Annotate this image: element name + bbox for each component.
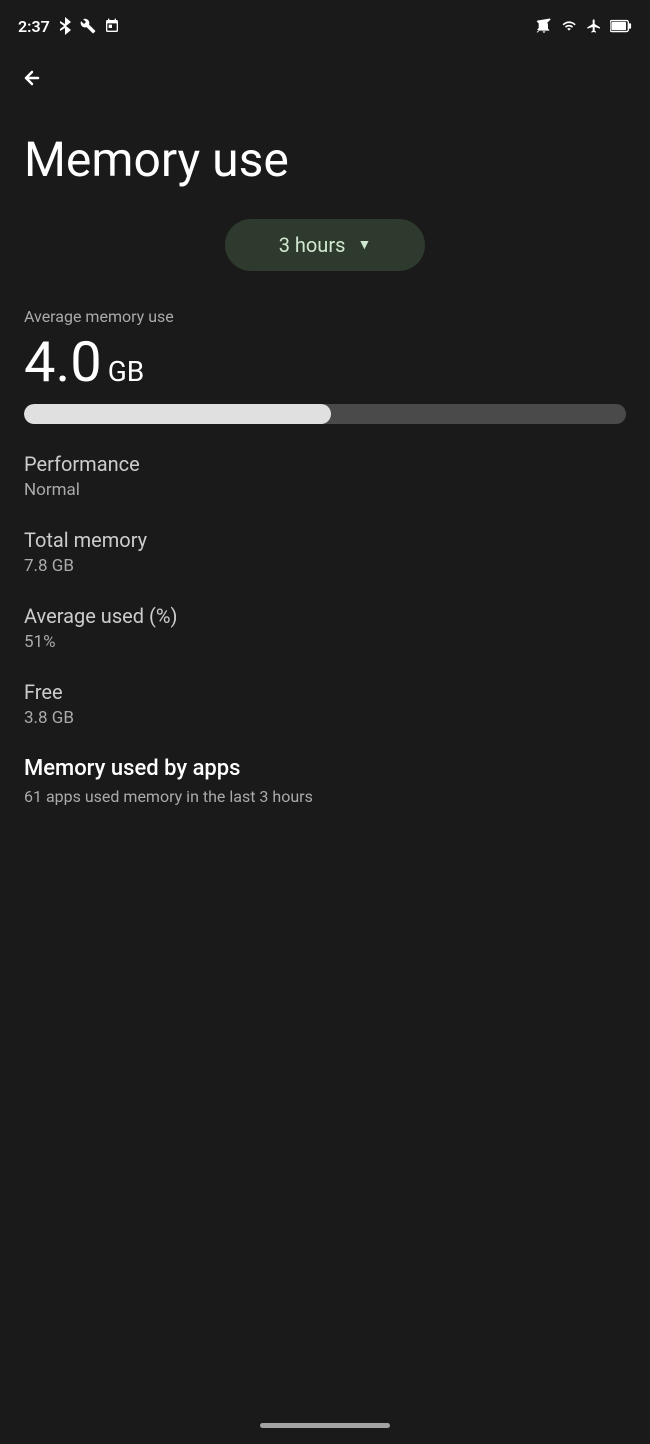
- airplane-icon: [586, 18, 602, 34]
- time-dropdown[interactable]: 3 hours ▼: [225, 219, 425, 271]
- time-selector-container: 3 hours ▼: [24, 219, 626, 271]
- performance-value: Normal: [24, 480, 626, 500]
- chevron-down-icon: ▼: [357, 236, 371, 253]
- average-used-label: Average used (%): [24, 604, 626, 628]
- status-left: 2:37: [18, 17, 120, 36]
- free-memory-group: Free 3.8 GB: [24, 680, 626, 728]
- back-arrow-icon: [18, 66, 46, 90]
- back-button[interactable]: [0, 50, 650, 104]
- memory-value-display: 4.0 GB: [24, 334, 626, 390]
- status-right: [536, 18, 632, 34]
- performance-label: Performance: [24, 452, 626, 476]
- free-memory-label: Free: [24, 680, 626, 704]
- performance-group: Performance Normal: [24, 452, 626, 500]
- total-memory-label: Total memory: [24, 528, 626, 552]
- status-time: 2:37: [18, 17, 50, 36]
- memory-apps-title: Memory used by apps: [24, 756, 626, 781]
- wrench-icon: [80, 18, 96, 34]
- memory-apps-section: Memory used by apps 61 apps used memory …: [24, 756, 626, 806]
- total-memory-value: 7.8 GB: [24, 556, 626, 576]
- page-title: Memory use: [24, 134, 626, 187]
- memory-progress-bar: [24, 404, 626, 424]
- mute-icon: [536, 18, 552, 34]
- memory-unit: GB: [108, 355, 145, 388]
- bluetooth-icon: [58, 17, 72, 35]
- wifi-icon: [560, 19, 578, 33]
- average-memory-label: Average memory use: [24, 307, 626, 326]
- memory-progress-fill: [24, 404, 331, 424]
- calendar-icon: [104, 18, 120, 34]
- free-memory-value: 3.8 GB: [24, 708, 626, 728]
- memory-apps-subtitle: 61 apps used memory in the last 3 hours: [24, 787, 626, 806]
- average-used-value: 51%: [24, 632, 626, 652]
- memory-number: 4.0: [24, 334, 102, 390]
- status-bar: 2:37: [0, 0, 650, 50]
- total-memory-group: Total memory 7.8 GB: [24, 528, 626, 576]
- battery-icon: [610, 19, 632, 33]
- main-content: Memory use 3 hours ▼ Average memory use …: [0, 104, 650, 830]
- average-used-group: Average used (%) 51%: [24, 604, 626, 652]
- time-dropdown-value: 3 hours: [279, 233, 346, 257]
- home-indicator: [260, 1423, 390, 1428]
